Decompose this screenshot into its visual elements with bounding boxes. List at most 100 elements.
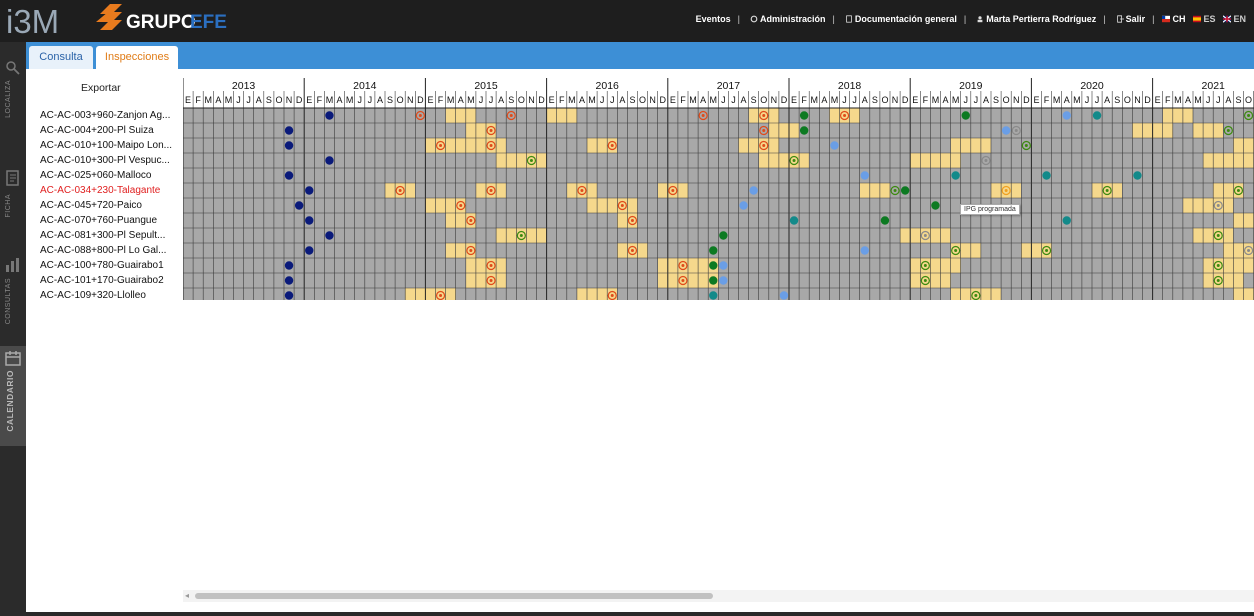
grupoefe-logo-icon <box>96 4 122 30</box>
month-label: E <box>1155 95 1161 105</box>
month-label: A <box>983 95 989 105</box>
month-label: F <box>923 95 929 105</box>
tab-inspecciones[interactable]: Inspecciones <box>96 46 178 69</box>
sidebar: LOCALIZA FICHA CONSULTAS CALENDARIO <box>0 42 26 616</box>
tooltip: IPG programada <box>960 204 1020 215</box>
calendar-grid-viewport[interactable]: 2013 2014 2015 2016 2017 2018 2019 2020 2021 E F M A… <box>183 78 1254 300</box>
month-label: O <box>275 95 282 105</box>
month-label: A <box>458 95 464 105</box>
row-label[interactable]: AC-AC-010+300-Pl Vespuc... <box>40 153 172 168</box>
month-label: A <box>215 95 221 105</box>
document-icon <box>846 15 852 23</box>
row-label[interactable]: AC-AC-100+780-Guairabo1 <box>40 258 172 273</box>
row-label[interactable]: AC-AC-081+300-Pl Sepult... <box>40 228 172 243</box>
scrollbar-thumb[interactable] <box>195 593 713 599</box>
month-label: J <box>1095 95 1100 105</box>
nav-salir-label: Salir <box>1125 14 1146 24</box>
sidebar-item-calendario[interactable]: CALENDARIO <box>0 346 26 446</box>
inspection-window <box>496 153 547 168</box>
month-label: M <box>346 95 354 105</box>
tab-consulta[interactable]: Consulta <box>29 46 93 69</box>
month-label: E <box>549 95 555 105</box>
row-label[interactable]: AC-AC-003+960-Zanjon Ag... <box>40 108 172 123</box>
calendar-grid: 2013 2014 2015 2016 2017 2018 2019 2020 2021E F M A… <box>183 78 1254 300</box>
nav-documentacion[interactable]: Documentación general <box>845 14 957 24</box>
navy-marker <box>325 231 334 240</box>
month-label: A <box>1185 95 1191 105</box>
row-label[interactable]: AC-AC-034+230-Talagante <box>40 183 172 198</box>
calendar-icon <box>5 351 21 366</box>
month-label: A <box>821 95 827 105</box>
month-label: A <box>1225 95 1231 105</box>
green-marker <box>900 186 910 195</box>
lightblue-marker <box>739 201 748 210</box>
chile-flag-icon <box>1162 15 1171 23</box>
navy-marker <box>294 201 304 210</box>
month-label: J <box>1085 95 1090 105</box>
brand-logo[interactable]: i3M GRUPO EFE <box>4 0 234 40</box>
month-label: A <box>943 95 949 105</box>
row-label[interactable]: AC-AC-109+320-Llolleo <box>40 288 172 303</box>
row-label[interactable]: AC-AC-088+800-Pl Lo Gal... <box>40 243 172 258</box>
navy-marker <box>284 171 294 180</box>
sidebar-item-ficha[interactable]: FICHA <box>0 164 26 232</box>
nav-eventos[interactable]: Eventos <box>696 14 731 24</box>
lang-ch[interactable]: CH <box>1162 14 1185 24</box>
navy-marker <box>325 111 334 120</box>
inspection-window <box>587 198 638 213</box>
inspection-window <box>1193 123 1224 138</box>
row-label[interactable]: AC-AC-101+170-Guairabo2 <box>40 273 172 288</box>
lang-es[interactable]: ES <box>1193 14 1215 24</box>
navy-marker <box>305 186 314 195</box>
month-label: O <box>1124 95 1131 105</box>
row-label[interactable]: AC-AC-070+760-Puangue <box>40 213 172 228</box>
nav-administracion-label: Administración <box>760 14 826 24</box>
month-label: E <box>670 95 676 105</box>
teal-marker <box>1092 111 1102 120</box>
gear-icon <box>750 15 758 23</box>
inspection-window <box>1182 198 1234 213</box>
row-label[interactable]: AC-AC-004+200-Pl Suiza <box>40 123 172 138</box>
green-marker <box>709 246 718 255</box>
lightblue-marker <box>1062 111 1071 120</box>
navy-marker <box>284 126 294 135</box>
nav-administracion[interactable]: Administración <box>750 14 826 24</box>
month-label: M <box>1073 95 1081 105</box>
month-label: J <box>479 95 484 105</box>
month-label: M <box>588 95 596 105</box>
scroll-left-icon[interactable]: ◂ <box>185 590 189 602</box>
lang-en[interactable]: EN <box>1223 14 1246 24</box>
row-label[interactable]: AC-AC-025+060-Malloco <box>40 168 172 183</box>
lightblue-marker <box>719 261 728 270</box>
sidebar-item-localiza[interactable]: LOCALIZA <box>0 52 26 132</box>
month-label: M <box>467 95 475 105</box>
nav-user[interactable]: Marta Pertierra Rodríguez <box>976 14 1096 24</box>
year-label: 2019 <box>959 80 983 92</box>
month-label: M <box>225 95 233 105</box>
nav-divider: | <box>1152 14 1155 24</box>
row-label[interactable]: AC-AC-010+100-Maipo Lon... <box>40 138 172 153</box>
month-label: S <box>751 95 757 105</box>
month-label: F <box>1165 95 1171 105</box>
row-label[interactable]: AC-AC-045+720-Paico <box>40 198 172 213</box>
inspection-window <box>1203 153 1254 168</box>
row-labels: AC-AC-003+960-Zanjon Ag... AC-AC-004+200-… <box>40 108 172 303</box>
inspection-window <box>546 108 577 123</box>
file-icon <box>6 170 19 186</box>
month-label: S <box>1114 95 1120 105</box>
nav-salir[interactable]: Salir <box>1116 14 1146 24</box>
month-label: S <box>266 95 272 105</box>
month-label: M <box>568 95 576 105</box>
navy-marker <box>284 276 294 285</box>
month-label: A <box>579 95 585 105</box>
month-label: J <box>246 95 251 105</box>
month-label: O <box>518 95 525 105</box>
sidebar-item-consultas[interactable]: CONSULTAS <box>0 254 26 334</box>
month-label: N <box>286 95 293 105</box>
export-button[interactable]: Exportar <box>81 82 121 94</box>
month-label: D <box>417 95 424 105</box>
month-label: A <box>700 95 706 105</box>
horizontal-scrollbar[interactable]: ◂ <box>183 590 1254 602</box>
month-label: D <box>538 95 545 105</box>
month-label: N <box>1013 95 1020 105</box>
